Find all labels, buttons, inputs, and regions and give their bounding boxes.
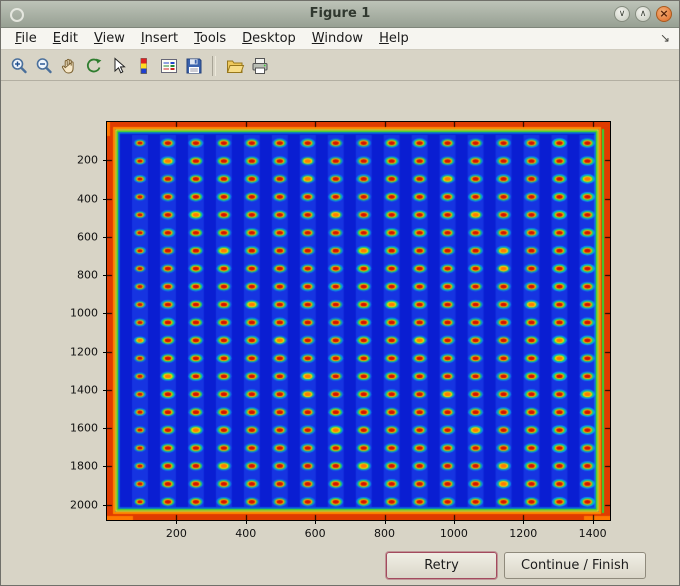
menu-item-view[interactable]: View <box>86 29 133 48</box>
print-icon[interactable] <box>248 54 271 77</box>
x-tick-label: 1400 <box>578 527 607 540</box>
y-tick-label: 1800 <box>70 459 98 473</box>
data-cursor-icon[interactable] <box>107 54 130 77</box>
menu-items: File Edit View Insert Tools Desktop Window Help <box>7 29 417 48</box>
insert-colorbar-icon[interactable] <box>132 54 155 77</box>
y-tick-mark <box>103 504 107 506</box>
y-tick-mark <box>103 389 107 391</box>
menubar: File Edit View Insert Tools Desktop Window Help… <box>1 28 679 50</box>
x-tick-label: 800 <box>374 527 396 540</box>
rotate-3d-icon[interactable] <box>82 54 105 77</box>
x-tick-mark <box>176 520 178 524</box>
x-tick-mark <box>384 520 386 524</box>
x-tick-label: 400 <box>235 527 257 540</box>
pan-hand-icon[interactable] <box>57 54 80 77</box>
y-tick-mark <box>103 351 107 353</box>
x-tick-label: 600 <box>304 527 326 540</box>
continue-finish-button[interactable]: Continue / Finish <box>504 552 646 579</box>
menu-item-desktop[interactable]: Desktop <box>234 29 304 48</box>
y-tick-label: 1000 <box>70 306 98 320</box>
plate-image-canvas[interactable] <box>107 122 610 520</box>
titlebar[interactable]: Figure 1 ∨ ∧ × <box>1 1 679 28</box>
x-tick-label: 1000 <box>439 527 468 540</box>
y-tick-mark <box>103 275 107 277</box>
open-folder-icon[interactable] <box>223 54 246 77</box>
y-tick-label: 600 <box>77 230 98 244</box>
y-tick-label: 1400 <box>70 383 98 397</box>
y-tick-mark <box>103 428 107 430</box>
y-tick-mark <box>103 313 107 315</box>
y-tick-label: 1600 <box>70 421 98 435</box>
x-tick-mark <box>592 520 594 524</box>
dock-figure-icon[interactable]: ↘ <box>660 31 670 45</box>
retry-button[interactable]: Retry <box>386 552 497 579</box>
y-tick-label: 1200 <box>70 345 98 359</box>
x-tick-mark <box>453 520 455 524</box>
y-tick-mark <box>103 198 107 200</box>
y-tick-label: 2000 <box>70 498 98 512</box>
menu-item-file[interactable]: File <box>7 29 45 48</box>
menu-item-edit[interactable]: Edit <box>45 29 86 48</box>
x-tick-mark <box>315 520 317 524</box>
menu-item-insert[interactable]: Insert <box>133 29 186 48</box>
close-button[interactable]: × <box>656 6 672 22</box>
minimize-button[interactable]: ∨ <box>614 6 630 22</box>
toolbar-separator <box>212 55 216 76</box>
menu-item-window[interactable]: Window <box>304 29 371 48</box>
y-tick-mark <box>103 466 107 468</box>
window-title: Figure 1 <box>309 6 371 21</box>
window-controls: ∨ ∧ × <box>614 6 672 22</box>
y-tick-mark <box>103 236 107 238</box>
menu-item-tools[interactable]: Tools <box>186 29 234 48</box>
y-tick-label: 400 <box>77 192 98 206</box>
plot-axes: 200 400 600 800 1000 1200 1400 200 400 600 800 1000… <box>70 121 611 540</box>
x-tick-mark <box>245 520 247 524</box>
x-tick-mark <box>523 520 525 524</box>
maximize-button[interactable]: ∧ <box>635 6 651 22</box>
toolbar <box>1 51 679 81</box>
menu-item-help[interactable]: Help <box>371 29 417 48</box>
figure-window: Figure 1 ∨ ∧ × File Edit View Insert Tools De… <box>0 0 680 586</box>
save-figure-icon[interactable] <box>182 54 205 77</box>
y-tick-label: 200 <box>77 153 98 167</box>
x-tick-label: 200 <box>165 527 187 540</box>
y-tick-label: 800 <box>77 268 98 282</box>
zoom-in-icon[interactable] <box>7 54 30 77</box>
x-tick-label: 1200 <box>509 527 538 540</box>
zoom-out-icon[interactable] <box>32 54 55 77</box>
y-tick-mark <box>103 160 107 162</box>
insert-legend-icon[interactable] <box>157 54 180 77</box>
